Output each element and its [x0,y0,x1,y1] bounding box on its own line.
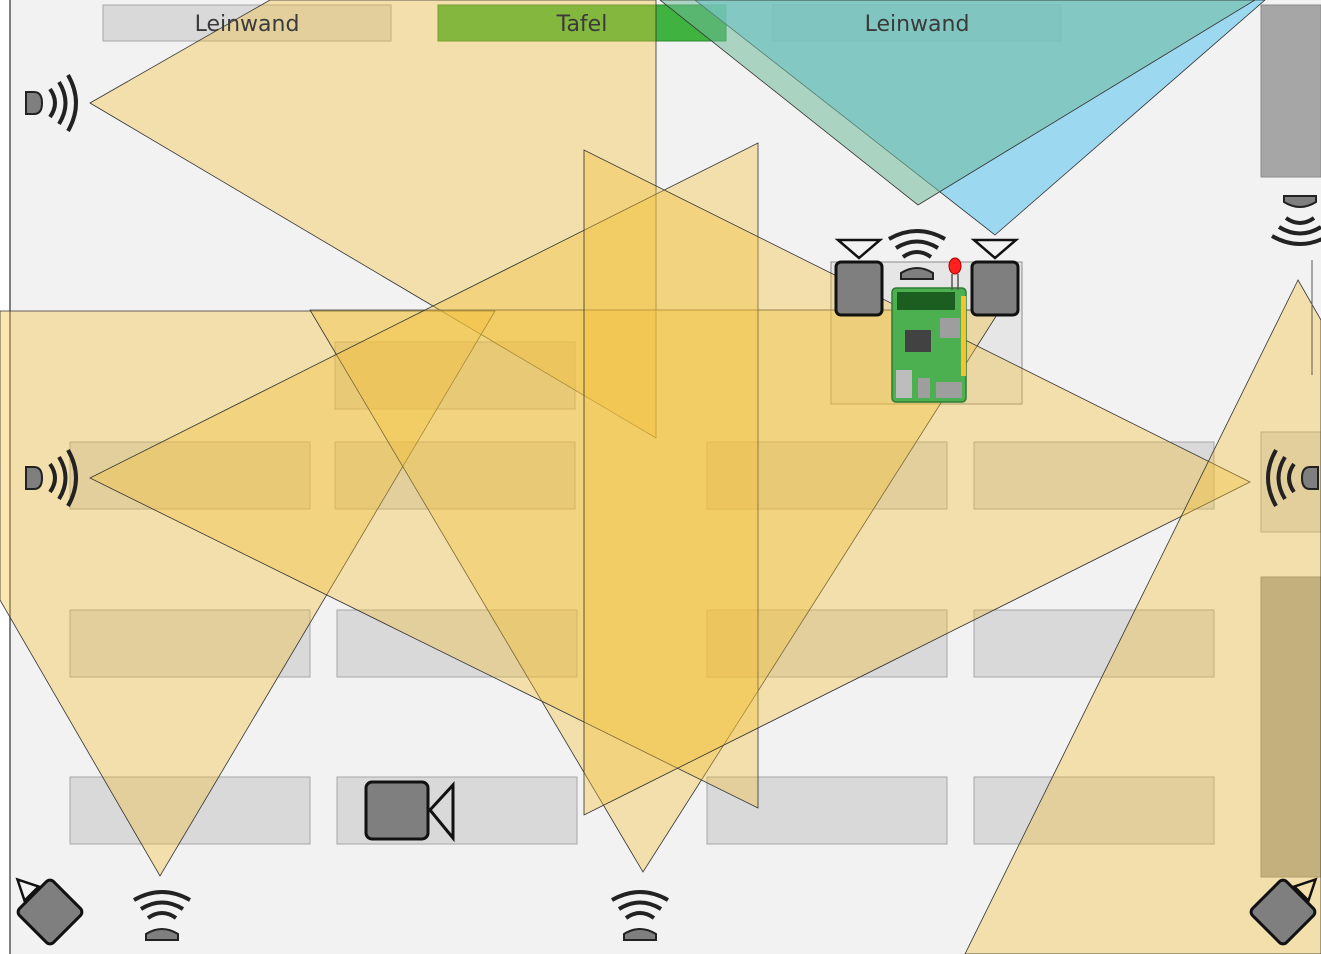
cabinet-top-right [1260,4,1321,178]
floor-plan-svg: Leinwand Tafel Leinwand [0,0,1321,954]
raspberry-pi-icon [891,287,967,403]
board-label: Tafel [556,12,608,37]
room-plan: Leinwand Tafel Leinwand [0,0,1321,954]
screen-left-label: Leinwand [195,12,300,37]
screen-right-label: Leinwand [865,12,970,37]
